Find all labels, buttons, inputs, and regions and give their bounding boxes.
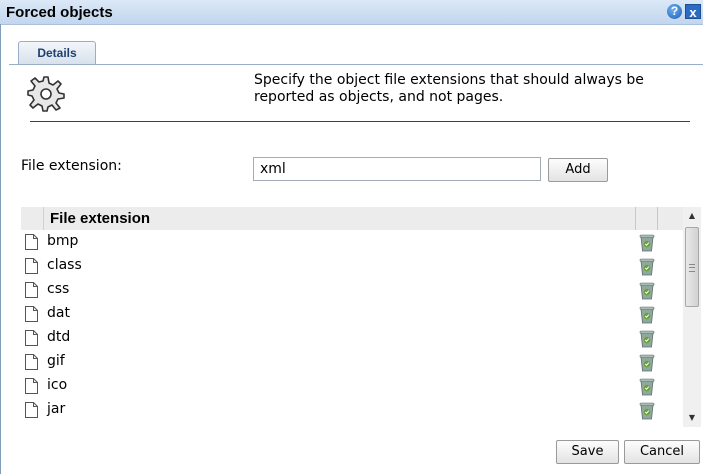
file-icon [25, 402, 38, 418]
cancel-button[interactable]: Cancel [624, 440, 700, 464]
trash-icon[interactable] [639, 329, 655, 348]
trash-icon[interactable] [639, 401, 655, 420]
grid-header: File extension [21, 207, 683, 230]
scroll-up-arrow-icon[interactable]: ▲ [683, 207, 701, 225]
file-extension-cell: dtd [47, 329, 71, 345]
column-header-file-extension[interactable]: File extension [50, 210, 150, 227]
trash-icon[interactable] [639, 281, 655, 300]
section-divider [30, 121, 690, 122]
file-extension-cell: ico [47, 377, 68, 393]
grip-icon [689, 264, 695, 272]
header-separator [635, 207, 636, 230]
file-icon [25, 258, 38, 274]
table-row[interactable]: bmp [21, 231, 683, 255]
file-icon [25, 306, 38, 322]
file-extension-cell: dat [47, 305, 70, 321]
file-icon [25, 378, 38, 394]
file-extension-cell: class [47, 257, 82, 273]
file-icon [25, 330, 38, 346]
file-extension-cell: bmp [47, 233, 79, 249]
trash-icon[interactable] [639, 305, 655, 324]
file-extension-cell: css [47, 281, 70, 297]
description-text: Specify the object file extensions that … [254, 72, 644, 105]
file-icon [25, 354, 38, 370]
file-icon [25, 282, 38, 298]
gear-icon [27, 76, 65, 112]
close-icon[interactable]: x [685, 4, 701, 20]
table-row[interactable]: dtd [21, 327, 683, 351]
file-extension-cell: gif [47, 353, 65, 369]
tab-divider [9, 64, 703, 65]
trash-icon[interactable] [639, 377, 655, 396]
table-row[interactable]: ico [21, 375, 683, 399]
file-extension-label: File extension: [21, 158, 122, 174]
save-button[interactable]: Save [556, 440, 619, 464]
add-button[interactable]: Add [548, 158, 608, 182]
table-row[interactable]: dat [21, 303, 683, 327]
file-extension-input[interactable] [253, 157, 541, 181]
table-row[interactable]: css [21, 279, 683, 303]
trash-icon[interactable] [639, 233, 655, 252]
table-row[interactable]: gif [21, 351, 683, 375]
grid-scrollbar[interactable]: ▲ ▼ [683, 207, 701, 427]
file-icon [25, 234, 38, 250]
tab-details[interactable]: Details [18, 41, 96, 64]
header-select-cell[interactable] [21, 207, 44, 230]
help-icon[interactable]: ? [667, 4, 682, 19]
table-row[interactable]: jar [21, 399, 683, 423]
scroll-down-arrow-icon[interactable]: ▼ [683, 409, 701, 427]
scroll-thumb[interactable] [685, 227, 699, 307]
trash-icon[interactable] [639, 353, 655, 372]
window-title: Forced objects [6, 4, 113, 21]
extensions-grid: File extension bmp class css dat dtd gif ico ja… [21, 207, 683, 427]
trash-icon[interactable] [639, 257, 655, 276]
window-border [0, 24, 1, 474]
header-separator [657, 207, 658, 230]
table-row[interactable]: class [21, 255, 683, 279]
file-extension-cell: jar [47, 401, 66, 417]
title-bar: Forced objects ? x [0, 0, 703, 25]
